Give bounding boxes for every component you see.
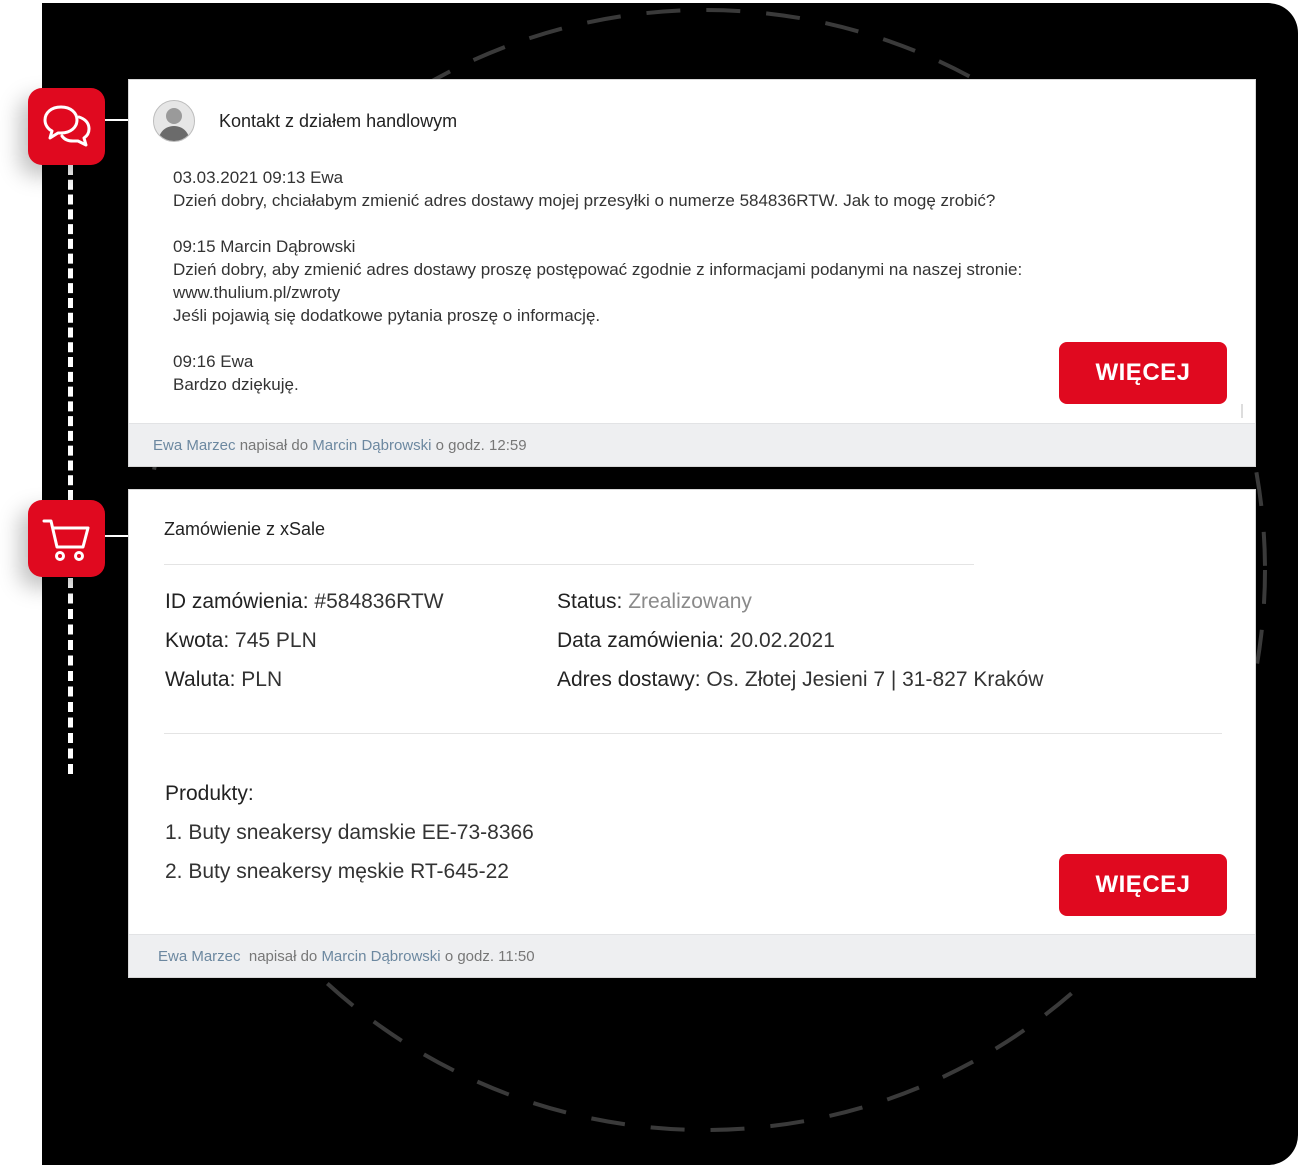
chat-message: 03.03.2021 09:13 Ewa Dzień dobry, chciał… — [173, 166, 1022, 212]
order-card: Zamówienie z xSale ID zamówienia: #58483… — [128, 489, 1256, 978]
chat-card-title: Kontakt z działem handlowym — [219, 111, 458, 131]
footer-time: o godz. 12:59 — [435, 436, 527, 454]
order-badge[interactable] — [28, 500, 105, 577]
chat-message-text: Bardzo dziękuję. — [173, 375, 299, 394]
chat-more-button[interactable]: WIĘCEJ — [1059, 342, 1227, 404]
chat-badge[interactable] — [28, 88, 105, 165]
scroll-indicator[interactable] — [1241, 404, 1243, 418]
order-date-field: Data zamówienia: 20.02.2021 — [557, 629, 835, 653]
chat-bubbles-icon — [43, 105, 90, 146]
order-id-field: ID zamówienia: #584836RTW — [165, 590, 444, 614]
timeline-connector-bottom — [68, 578, 73, 774]
order-address-value: Os. Złotej Jesieni 7 | 31-827 Kraków — [706, 668, 1044, 691]
order-title-divider — [164, 564, 974, 565]
shopping-cart-icon — [42, 519, 89, 561]
footer-time: o godz. 11:50 — [444, 947, 535, 965]
products-title: Produkty: — [165, 782, 254, 805]
order-date-value: 20.02.2021 — [729, 629, 835, 652]
chat-message-header: 03.03.2021 09:13 Ewa — [173, 168, 344, 187]
chat-message-text: Dzień dobry, aby zmienić adres dostawy p… — [173, 260, 1023, 279]
chat-message-link[interactable]: www.thulium.pl/zwroty — [173, 281, 1022, 304]
chat-message: 09:15 Marcin Dąbrowski Dzień dobry, aby … — [173, 235, 1022, 327]
order-amount-label: Kwota: — [165, 629, 230, 652]
product-item: 1. Buty sneakersy damskie EE-73-8366 — [165, 821, 534, 844]
connector-line-order — [105, 535, 128, 537]
connector-line-chat — [105, 119, 128, 121]
footer-author-link[interactable]: Ewa Marzec — [153, 437, 236, 454]
footer-author-link[interactable]: Ewa Marzec — [158, 948, 241, 965]
order-amount-field: Kwota: 745 PLN — [165, 629, 317, 653]
footer-recipient-link[interactable]: Marcin Dąbrowski — [321, 948, 440, 965]
order-amount-value: 745 PLN — [235, 629, 317, 652]
footer-verb: napisał do — [248, 947, 318, 965]
order-status-value: Zrealizowany — [628, 590, 752, 613]
order-address-label: Adres dostawy: — [557, 668, 701, 691]
order-currency-label: Waluta: — [165, 668, 236, 691]
order-id-label: ID zamówienia: — [165, 590, 309, 613]
chat-card: Kontakt z działem handlowym 03.03.2021 0… — [128, 79, 1256, 467]
chat-message-text: Jeśli pojawią się dodatkowe pytania pros… — [173, 306, 601, 325]
order-id-value: #584836RTW — [314, 590, 444, 613]
chat-message: 09:16 Ewa Bardzo dziękuję. — [173, 350, 1022, 396]
order-status-label: Status: — [557, 590, 623, 613]
product-item: 2. Buty sneakersy męskie RT-645-22 — [165, 860, 509, 883]
footer-recipient-link[interactable]: Marcin Dąbrowski — [312, 437, 431, 454]
chat-message-header: 09:16 Ewa — [173, 352, 254, 371]
order-more-button[interactable]: WIĘCEJ — [1059, 854, 1227, 916]
order-date-label: Data zamówienia: — [557, 629, 724, 652]
chat-message-header: 09:15 Marcin Dąbrowski — [173, 237, 356, 256]
chat-message-text: Dzień dobry, chciałabym zmienić adres do… — [173, 191, 996, 210]
chat-messages: 03.03.2021 09:13 Ewa Dzień dobry, chciał… — [173, 166, 1022, 419]
order-fields-divider — [164, 733, 1222, 734]
order-currency-value: PLN — [241, 668, 283, 691]
timeline-connector-top — [68, 165, 73, 500]
order-status-field: Status: Zrealizowany — [557, 590, 752, 614]
order-card-footer: Ewa Marzec napisał do Marcin Dąbrowski o… — [129, 934, 1255, 977]
order-card-title: Zamówienie z xSale — [164, 519, 326, 539]
order-currency-field: Waluta: PLN — [165, 668, 282, 692]
chat-card-footer: Ewa Marzec napisał do Marcin Dąbrowski o… — [129, 423, 1255, 466]
user-avatar — [153, 100, 195, 142]
footer-verb: napisał do — [239, 436, 309, 454]
order-address-field: Adres dostawy: Os. Złotej Jesieni 7 | 31… — [557, 668, 1043, 692]
